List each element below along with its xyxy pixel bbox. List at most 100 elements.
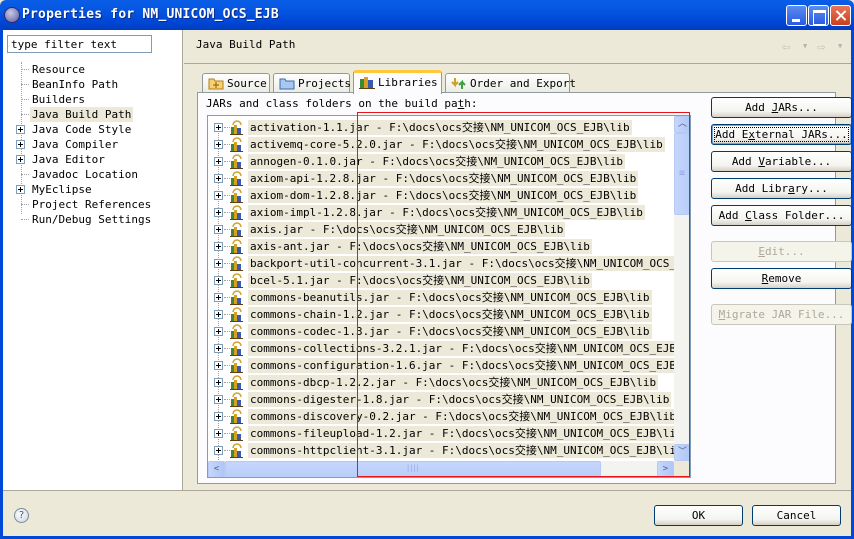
library-entry[interactable]: activation-1.1.jar - F:\docs\ocs交接\NM_UN… <box>208 119 678 136</box>
expand-plus-icon[interactable] <box>214 361 223 370</box>
sidebar-item-run-debug-settings[interactable]: Run/Debug Settings <box>3 212 183 227</box>
library-entry-label: commons-beanutils.jar - F:\docs\ocs交接\NM… <box>248 290 652 305</box>
add-library-button[interactable]: Add Library... <box>711 178 852 199</box>
library-entry[interactable]: axis-ant.jar - F:\docs\ocs交接\NM_UNICOM_O… <box>208 238 678 255</box>
add-jars-button[interactable]: Add JARs... <box>711 97 852 118</box>
library-entry[interactable]: bcel-5.1.jar - F:\docs\ocs交接\NM_UNICOM_O… <box>208 272 678 289</box>
vertical-scrollbar[interactable]: ︿ ﹀ <box>674 116 690 461</box>
forward-arrow-icon[interactable]: ⇨ <box>817 39 825 55</box>
sidebar-item-beaninfo-path[interactable]: BeanInfo Path <box>3 77 183 92</box>
expand-plus-icon[interactable] <box>214 276 223 285</box>
expand-plus-icon[interactable] <box>214 327 223 336</box>
libraries-list[interactable]: activation-1.1.jar - F:\docs\ocs交接\NM_UN… <box>207 115 691 478</box>
forward-dropdown-icon[interactable]: ▼ <box>838 42 842 50</box>
library-entry-label: commons-fileupload-1.2.jar - F:\docs\ocs… <box>248 426 685 441</box>
library-entry[interactable]: axis.jar - F:\docs\ocs交接\NM_UNICOM_OCS_E… <box>208 221 678 238</box>
library-entry[interactable]: axiom-dom-1.2.8.jar - F:\docs\ocs交接\NM_U… <box>208 187 678 204</box>
horizontal-scrollbar[interactable]: < > <box>208 461 674 477</box>
tab-libraries[interactable]: Libraries <box>353 70 442 94</box>
expand-plus-icon[interactable] <box>16 185 25 194</box>
sidebar-item-java-editor[interactable]: Java Editor <box>3 152 183 167</box>
sidebar-item-javadoc-location[interactable]: Javadoc Location <box>3 167 183 182</box>
add-variable-button[interactable]: Add Variable... <box>711 151 852 172</box>
library-entry[interactable]: commons-fileupload-1.2.jar - F:\docs\ocs… <box>208 425 685 442</box>
ok-button[interactable]: OK <box>654 505 743 526</box>
button-label: Add Class Folder... <box>718 209 845 222</box>
scroll-left-button[interactable]: < <box>208 461 225 477</box>
tab-order-and-export[interactable]: Order and Export <box>445 73 576 93</box>
expand-plus-icon[interactable] <box>16 155 25 164</box>
expand-plus-icon[interactable] <box>214 157 223 166</box>
expand-plus-icon[interactable] <box>214 259 223 268</box>
expand-plus-icon[interactable] <box>214 140 223 149</box>
filter-input[interactable] <box>7 35 152 53</box>
sidebar-item-label: Java Build Path <box>30 107 134 122</box>
remove-button[interactable]: Remove <box>711 268 852 289</box>
horizontal-scroll-thumb[interactable] <box>225 461 601 477</box>
library-entry[interactable]: commons-chain-1.2.jar - F:\docs\ocs交接\NM… <box>208 306 678 323</box>
vertical-scroll-thumb[interactable] <box>674 133 690 215</box>
expand-plus-icon[interactable] <box>214 242 223 251</box>
library-entry[interactable]: commons-dbcp-1.2.2.jar - F:\docs\ocs交接\N… <box>208 374 678 391</box>
tab-source[interactable]: Source <box>202 73 270 93</box>
expand-plus-icon[interactable] <box>214 378 223 387</box>
expand-plus-icon[interactable] <box>16 125 25 134</box>
library-entry[interactable]: backport-util-concurrent-3.1.jar - F:\do… <box>208 255 690 272</box>
expand-plus-icon[interactable] <box>16 140 25 149</box>
sidebar-item-label: Run/Debug Settings <box>32 213 152 226</box>
scroll-right-button[interactable]: > <box>657 461 674 477</box>
expand-plus-icon[interactable] <box>214 293 223 302</box>
library-entry[interactable]: commons-configuration-1.6.jar - F:\docs\… <box>208 357 690 374</box>
library-entry[interactable]: commons-discovery-0.2.jar - F:\docs\ocs交… <box>208 408 678 425</box>
jar-library-icon <box>230 273 244 288</box>
tree-connector <box>21 99 29 100</box>
library-entry[interactable]: commons-collections-3.2.1.jar - F:\docs\… <box>208 340 690 357</box>
add-class-folder-button[interactable]: Add Class Folder... <box>711 205 852 226</box>
jar-library-icon <box>230 120 244 135</box>
expand-plus-icon[interactable] <box>214 310 223 319</box>
tree-connector <box>21 84 29 85</box>
expand-plus-icon[interactable] <box>214 208 223 217</box>
expand-plus-icon[interactable] <box>214 412 223 421</box>
jar-library-icon <box>230 188 244 203</box>
back-arrow-icon[interactable]: ⇦ <box>782 39 790 55</box>
cancel-button[interactable]: Cancel <box>752 505 841 526</box>
library-entry[interactable]: axiom-api-1.2.8.jar - F:\docs\ocs交接\NM_U… <box>208 170 678 187</box>
library-entry[interactable]: axiom-impl-1.2.8.jar - F:\docs\ocs交接\NM_… <box>208 204 678 221</box>
help-icon[interactable]: ? <box>14 508 29 523</box>
library-entry[interactable]: commons-codec-1.3.jar - F:\docs\ocs交接\NM… <box>208 323 678 340</box>
expand-plus-icon[interactable] <box>214 344 223 353</box>
jar-library-icon <box>230 239 244 254</box>
expand-plus-icon[interactable] <box>214 174 223 183</box>
expand-plus-icon[interactable] <box>214 191 223 200</box>
expand-plus-icon[interactable] <box>214 446 223 455</box>
expand-plus-icon[interactable] <box>214 395 223 404</box>
maximize-button[interactable] <box>808 5 829 26</box>
add-external-jars-button[interactable]: Add External JARs... <box>711 124 852 145</box>
title-bar[interactable]: Properties for NM_UNICOM_OCS_EJB <box>0 0 854 30</box>
migrate-jar-button[interactable]: Migrate JAR File... <box>711 304 852 325</box>
sidebar-item-java-build-path[interactable]: Java Build Path <box>3 107 183 122</box>
button-label: Remove <box>761 272 802 285</box>
close-button[interactable] <box>830 5 851 26</box>
library-entry[interactable]: activemq-core-5.2.0.jar - F:\docs\ocs交接\… <box>208 136 678 153</box>
sidebar-item-builders[interactable]: Builders <box>3 92 183 107</box>
library-entry[interactable]: commons-httpclient-3.1.jar - F:\docs\ocs… <box>208 442 685 459</box>
library-entry[interactable]: commons-beanutils.jar - F:\docs\ocs交接\NM… <box>208 289 678 306</box>
back-dropdown-icon[interactable]: ▼ <box>803 42 807 50</box>
expand-plus-icon[interactable] <box>214 225 223 234</box>
minimize-button[interactable] <box>786 5 807 26</box>
sidebar-item-project-references[interactable]: Project References <box>3 197 183 212</box>
expand-plus-icon[interactable] <box>214 429 223 438</box>
sidebar-item-java-compiler[interactable]: Java Compiler <box>3 137 183 152</box>
sidebar-item-myeclipse[interactable]: MyEclipse <box>3 182 183 197</box>
scroll-down-button[interactable]: ﹀ <box>674 444 690 461</box>
tab-projects[interactable]: Projects <box>273 73 351 93</box>
scroll-up-button[interactable]: ︿ <box>674 116 690 133</box>
expand-plus-icon[interactable] <box>214 123 223 132</box>
library-entry[interactable]: annogen-0.1.0.jar - F:\docs\ocs交接\NM_UNI… <box>208 153 678 170</box>
library-entry[interactable]: commons-digester-1.8.jar - F:\docs\ocs交接… <box>208 391 678 408</box>
edit-button[interactable]: Edit... <box>711 241 852 262</box>
sidebar-item-java-code-style[interactable]: Java Code Style <box>3 122 183 137</box>
sidebar-item-resource[interactable]: Resource <box>3 62 183 77</box>
